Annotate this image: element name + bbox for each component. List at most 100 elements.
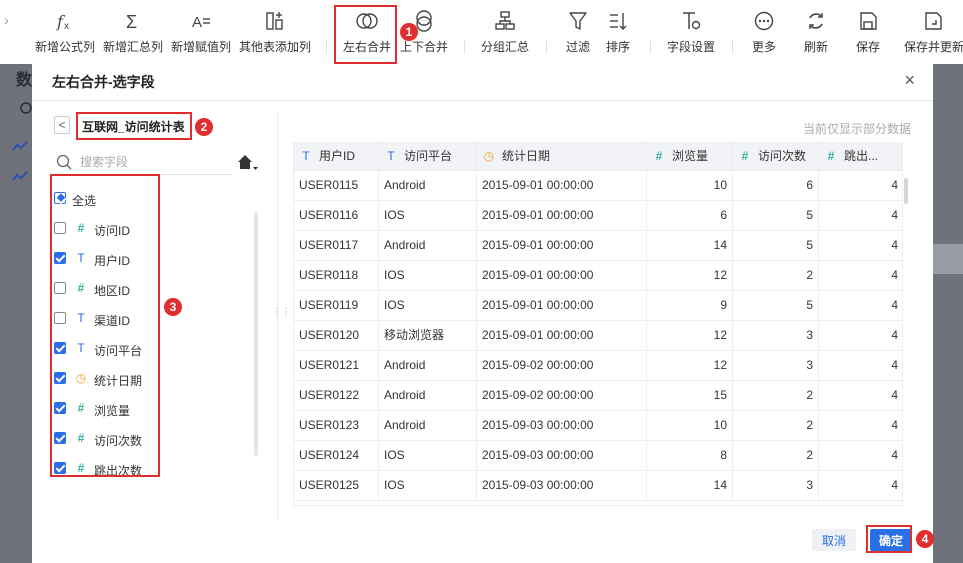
column-header: T 访问平台 <box>379 143 477 171</box>
group-summary-button[interactable]: 分组汇总 <box>476 0 534 64</box>
table-cell: 14 <box>647 471 733 501</box>
table-cell: 2015-09-01 00:00:00 <box>477 201 647 231</box>
column-header: # 浏览量 <box>647 143 733 171</box>
table-cell: 10 <box>647 411 733 441</box>
table-cell: 2015-09-01 00:00:00 <box>477 321 647 351</box>
save-icon <box>848 10 888 34</box>
table-cell: 5 <box>733 291 819 321</box>
table-cell: USER0116 <box>294 201 379 231</box>
refresh-icon <box>796 10 836 34</box>
dialog-divider <box>32 100 933 101</box>
toolbar-separator <box>326 40 327 54</box>
preview-scrollbar[interactable] <box>904 178 908 204</box>
table-cell: 4 <box>819 231 902 261</box>
column-header: ◷ 统计日期 <box>477 143 647 171</box>
table-cell: IOS <box>379 261 477 291</box>
table-cell: 2015-09-03 00:00:00 <box>477 471 647 501</box>
toolbar: › fx 新增公式列 Σ 新增汇总列 A 新增赋值列 其他表添加列 左右合并 上… <box>0 0 963 64</box>
trend-icon <box>12 171 28 181</box>
column-header-label: 浏览量 <box>672 149 709 163</box>
table-cell: 2015-09-03 00:00:00 <box>477 411 647 441</box>
annotation-box-table <box>76 112 192 140</box>
sigma-icon: Σ <box>102 10 164 34</box>
table-cell: IOS <box>379 441 477 471</box>
refresh-button[interactable]: 刷新 <box>796 0 836 64</box>
column-header: # 跳出... <box>819 143 902 171</box>
add-column-icon <box>238 10 312 34</box>
add-formula-column-button[interactable]: fx 新增公式列 <box>34 0 96 64</box>
table-cell: 4 <box>819 261 902 291</box>
table-cell: Android <box>379 231 477 261</box>
search-input[interactable] <box>78 154 232 170</box>
group-icon <box>476 10 534 34</box>
sort-icon <box>600 10 636 34</box>
table-cell: 15 <box>647 381 733 411</box>
field-settings-icon <box>662 10 720 34</box>
table-cell: 2015-09-03 00:00:00 <box>477 441 647 471</box>
annotation-box-merge <box>334 5 397 64</box>
table-cell: USER0115 <box>294 171 379 201</box>
cancel-button[interactable]: 取消 <box>812 529 856 551</box>
table-cell: Android <box>379 171 477 201</box>
column-header: # 访问次数 <box>733 143 819 171</box>
close-icon[interactable]: × <box>904 70 915 91</box>
table-cell: 9 <box>647 291 733 321</box>
table-cell: 4 <box>819 321 902 351</box>
table-cell: 4 <box>819 441 902 471</box>
column-header-label: 用户ID <box>319 149 356 163</box>
table-cell: USER0120 <box>294 321 379 351</box>
table-cell: 移动浏览器 <box>379 321 477 351</box>
more-button[interactable]: 更多 <box>744 0 784 64</box>
field-settings-button[interactable]: 字段设置 <box>662 0 720 64</box>
table-cell: 4 <box>819 291 902 321</box>
preview-table: T 用户ID T 访问平台 ◷ 统计日期 # 浏览量 # 访问次数 # 跳出... USER0115 An… <box>293 142 903 506</box>
table-cell: USER0124 <box>294 441 379 471</box>
collapse-chevron-icon[interactable]: › <box>4 12 9 28</box>
filter-button[interactable]: 过滤 <box>560 0 596 64</box>
table-cell: USER0123 <box>294 411 379 441</box>
table-cell: 4 <box>819 471 902 501</box>
table-cell: 10 <box>647 171 733 201</box>
resize-handle[interactable]: ⋮⋮ <box>272 307 291 318</box>
text-type-icon: T <box>302 149 310 163</box>
table-cell: 5 <box>733 201 819 231</box>
svg-text:x: x <box>64 21 69 32</box>
table-cell: USER0121 <box>294 351 379 381</box>
sort-button[interactable]: 排序 <box>600 0 636 64</box>
add-summary-column-button[interactable]: Σ 新增汇总列 <box>102 0 164 64</box>
back-button[interactable]: < <box>54 116 70 134</box>
background-highlight <box>933 244 963 274</box>
annotation-badge-3: 3 <box>164 298 182 316</box>
table-cell: Android <box>379 381 477 411</box>
table-cell: 2015-09-01 00:00:00 <box>477 291 647 321</box>
table-cell: Android <box>379 351 477 381</box>
table-cell: USER0125 <box>294 471 379 501</box>
table-cell: USER0118 <box>294 261 379 291</box>
table-cell: 3 <box>733 321 819 351</box>
column-header-label: 跳出... <box>844 149 879 163</box>
table-cell: 2015-09-01 00:00:00 <box>477 171 647 201</box>
table-cell: USER0117 <box>294 231 379 261</box>
table-cell: 4 <box>819 201 902 231</box>
save-button[interactable]: 保存 <box>848 0 888 64</box>
table-cell: 6 <box>647 201 733 231</box>
table-cell: 6 <box>733 171 819 201</box>
save-and-update-button[interactable]: 保存并更新 <box>900 0 963 64</box>
filter-icon <box>560 10 596 34</box>
table-cell: IOS <box>379 471 477 501</box>
field-list-scrollbar[interactable] <box>254 212 258 456</box>
home-icon[interactable] <box>237 154 259 172</box>
column-header: T 用户ID <box>294 143 379 171</box>
table-cell: 4 <box>819 381 902 411</box>
table-cell: 2015-09-02 00:00:00 <box>477 351 647 381</box>
svg-text:Σ: Σ <box>126 12 137 32</box>
number-type-icon: # <box>741 149 749 163</box>
column-header-label: 统计日期 <box>502 149 551 163</box>
add-assign-column-button[interactable]: A 新增赋值列 <box>170 0 232 64</box>
table-cell: Android <box>379 411 477 441</box>
table-cell: 8 <box>647 441 733 471</box>
add-column-from-other-table-button[interactable]: 其他表添加列 <box>238 0 312 64</box>
number-type-icon: # <box>827 149 835 163</box>
table-cell: 4 <box>819 351 902 381</box>
save-update-icon <box>900 10 963 34</box>
